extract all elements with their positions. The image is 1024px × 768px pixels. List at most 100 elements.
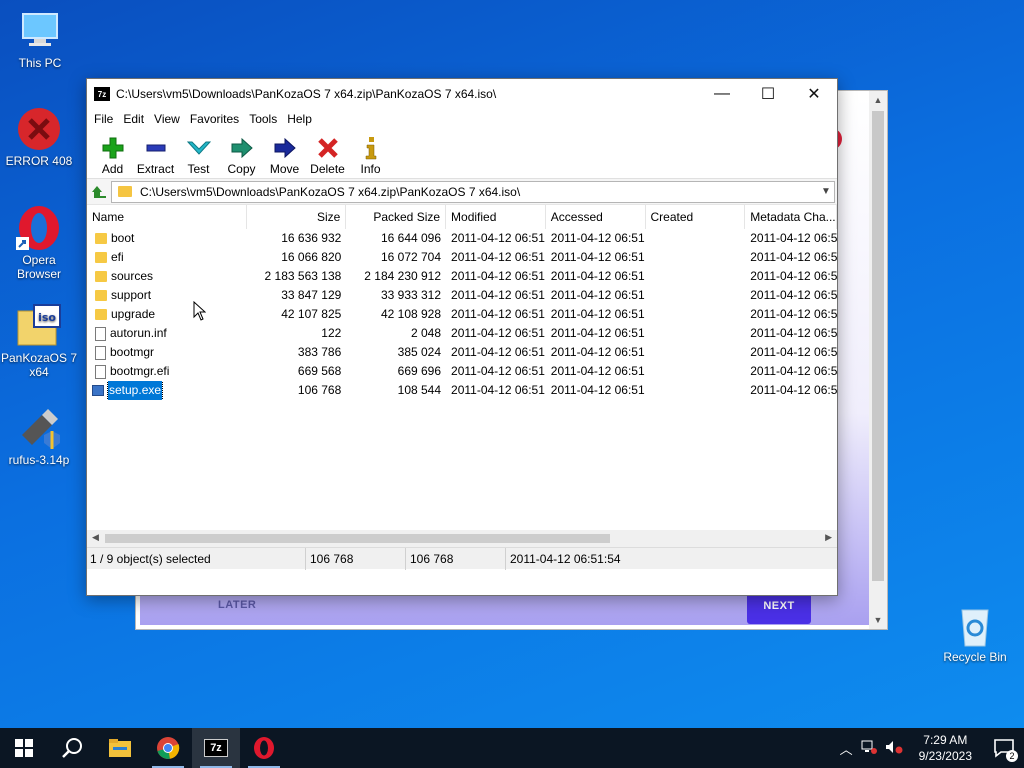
scroll-thumb[interactable] [872, 111, 884, 581]
table-row-selected[interactable]: setup.exe 106 768 108 544 2011-04-12 06:… [87, 381, 837, 400]
desktop-icon-recycle-bin[interactable]: Recycle Bin [935, 602, 1015, 664]
7zip-window[interactable]: 7z C:\Users\vm5\Downloads\PanKozaOS 7 x6… [86, 78, 838, 596]
up-folder-icon[interactable] [87, 181, 111, 203]
table-row[interactable]: autorun.inf 122 2 048 2011-04-12 06:51 2… [87, 324, 837, 343]
column-packed-size[interactable]: Packed Size [346, 205, 447, 229]
file-size: 42 107 825 [281, 307, 342, 321]
file-metadata-changed: 2011-04-12 06:5 [750, 326, 837, 340]
file-modified: 2011-04-12 06:51 [451, 250, 545, 264]
info-button[interactable]: Info [349, 130, 392, 178]
chevron-down-icon[interactable]: ▼ [818, 186, 834, 197]
double-arrow-icon [230, 136, 254, 160]
notification-count-badge: 2 [1006, 750, 1018, 762]
volume-muted-icon[interactable] [881, 740, 907, 757]
menu-edit[interactable]: Edit [118, 112, 149, 126]
delete-button[interactable]: Delete [306, 130, 349, 178]
minus-icon [145, 136, 167, 160]
file-name: setup.exe [106, 381, 164, 400]
file-size: 16 066 820 [281, 250, 342, 264]
folder-icon [118, 186, 132, 197]
column-modified[interactable]: Modified [446, 205, 546, 229]
column-size[interactable]: Size [247, 205, 347, 229]
file-explorer-taskbar-button[interactable] [96, 728, 144, 768]
start-button[interactable] [0, 728, 48, 768]
file-packed-size: 385 024 [397, 345, 442, 359]
file-list[interactable]: Name Size Packed Size Modified Accessed … [87, 205, 837, 547]
move-button[interactable]: Move [263, 130, 306, 178]
desktop-icon-opera[interactable]: Opera Browser [0, 205, 79, 281]
file-size: 33 847 129 [281, 288, 342, 302]
menu-tools[interactable]: Tools [244, 112, 282, 126]
desktop-icon-pankozaos-iso[interactable]: iso PanKozaOS 7 x64 [0, 303, 79, 379]
extract-button[interactable]: Extract [134, 130, 177, 178]
menu-help[interactable]: Help [282, 112, 317, 126]
minimize-button[interactable]: — [699, 79, 745, 109]
column-name[interactable]: Name [87, 205, 247, 229]
column-metadata-changed[interactable]: Metadata Cha... [745, 205, 837, 229]
file-metadata-changed: 2011-04-12 06:5 [750, 250, 837, 264]
search-button[interactable] [48, 728, 96, 768]
file-size: 16 636 932 [281, 231, 342, 245]
network-icon[interactable] [857, 740, 881, 757]
later-button[interactable]: LATER [218, 599, 256, 611]
maximize-button[interactable]: ☐ [745, 79, 791, 109]
x-icon [317, 136, 339, 160]
file-icon [95, 364, 106, 379]
file-accessed: 2011-04-12 06:51 [550, 250, 645, 264]
file-modified: 2011-04-12 06:51 [451, 288, 545, 302]
scroll-up-icon[interactable]: ▲ [873, 95, 883, 105]
column-created[interactable]: Created [646, 205, 746, 229]
scroll-left-icon[interactable]: ◀ [92, 532, 99, 543]
chrome-taskbar-button[interactable] [144, 728, 192, 768]
table-row[interactable]: boot 16 636 932 16 644 096 2011-04-12 06… [87, 229, 837, 248]
file-accessed: 2011-04-12 06:51 [550, 345, 645, 359]
file-accessed: 2011-04-12 06:51 [550, 307, 645, 321]
recycle-bin-icon [952, 602, 998, 648]
table-row[interactable]: bootmgr.efi 669 568 669 696 2011-04-12 0… [87, 362, 837, 381]
file-size: 669 568 [297, 364, 342, 378]
scroll-right-icon[interactable]: ▶ [825, 532, 832, 543]
address-input[interactable]: C:\Users\vm5\Downloads\PanKozaOS 7 x64.z… [111, 180, 835, 203]
scroll-thumb[interactable] [105, 534, 610, 543]
menu-view[interactable]: View [149, 112, 185, 126]
file-metadata-changed: 2011-04-12 06:5 [750, 231, 837, 245]
close-button[interactable]: ✕ [791, 79, 837, 109]
copy-button[interactable]: Copy [220, 130, 263, 178]
add-button[interactable]: Add [91, 130, 134, 178]
file-metadata-changed: 2011-04-12 06:5 [750, 345, 837, 359]
status-date: 2011-04-12 06:51:54 [510, 551, 621, 566]
file-metadata-changed: 2011-04-12 06:5 [750, 269, 837, 283]
desktop-icon-error-408[interactable]: ERROR 408 [0, 106, 79, 168]
system-tray: ︿ 7:29 AM 9/23/2023 2 [836, 728, 1024, 768]
desktop-icon-this-pc[interactable]: This PC [0, 8, 80, 70]
horizontal-scrollbar[interactable]: ◀ ▶ [87, 530, 837, 547]
7zip-taskbar-button[interactable]: 7z [192, 728, 240, 768]
menu-bar: File Edit View Favorites Tools Help [87, 109, 837, 129]
menu-favorites[interactable]: Favorites [185, 112, 244, 126]
notification-center-button[interactable]: 2 [984, 728, 1024, 768]
vertical-scrollbar[interactable]: ▲ ▼ [869, 91, 887, 629]
clock[interactable]: 7:29 AM 9/23/2023 [907, 732, 984, 764]
menu-file[interactable]: File [89, 112, 118, 126]
info-icon [364, 136, 378, 160]
error-icon [16, 106, 62, 152]
file-metadata-changed: 2011-04-12 06:5 [750, 307, 837, 321]
table-row[interactable]: efi 16 066 820 16 072 704 2011-04-12 06:… [87, 248, 837, 267]
column-accessed[interactable]: Accessed [546, 205, 646, 229]
desktop-icon-rufus[interactable]: rufus-3.14p [0, 405, 79, 467]
windows-logo-icon [15, 739, 33, 757]
file-accessed: 2011-04-12 06:51 [550, 383, 645, 397]
desktop-icon-label: This PC [18, 56, 62, 70]
scroll-down-icon[interactable]: ▼ [873, 615, 883, 625]
clock-time: 7:29 AM [923, 733, 968, 747]
chevron-up-icon[interactable]: ︿ [836, 739, 857, 758]
file-name: sources [111, 269, 154, 283]
file-modified: 2011-04-12 06:51 [451, 383, 545, 397]
test-button[interactable]: Test [177, 130, 220, 178]
title-bar[interactable]: 7z C:\Users\vm5\Downloads\PanKozaOS 7 x6… [87, 79, 837, 109]
file-modified: 2011-04-12 06:51 [451, 326, 545, 340]
table-row[interactable]: bootmgr 383 786 385 024 2011-04-12 06:51… [87, 343, 837, 362]
opera-taskbar-button[interactable] [240, 728, 288, 768]
file-accessed: 2011-04-12 06:51 [550, 326, 645, 340]
table-row[interactable]: sources 2 183 563 138 2 184 230 912 2011… [87, 267, 837, 286]
